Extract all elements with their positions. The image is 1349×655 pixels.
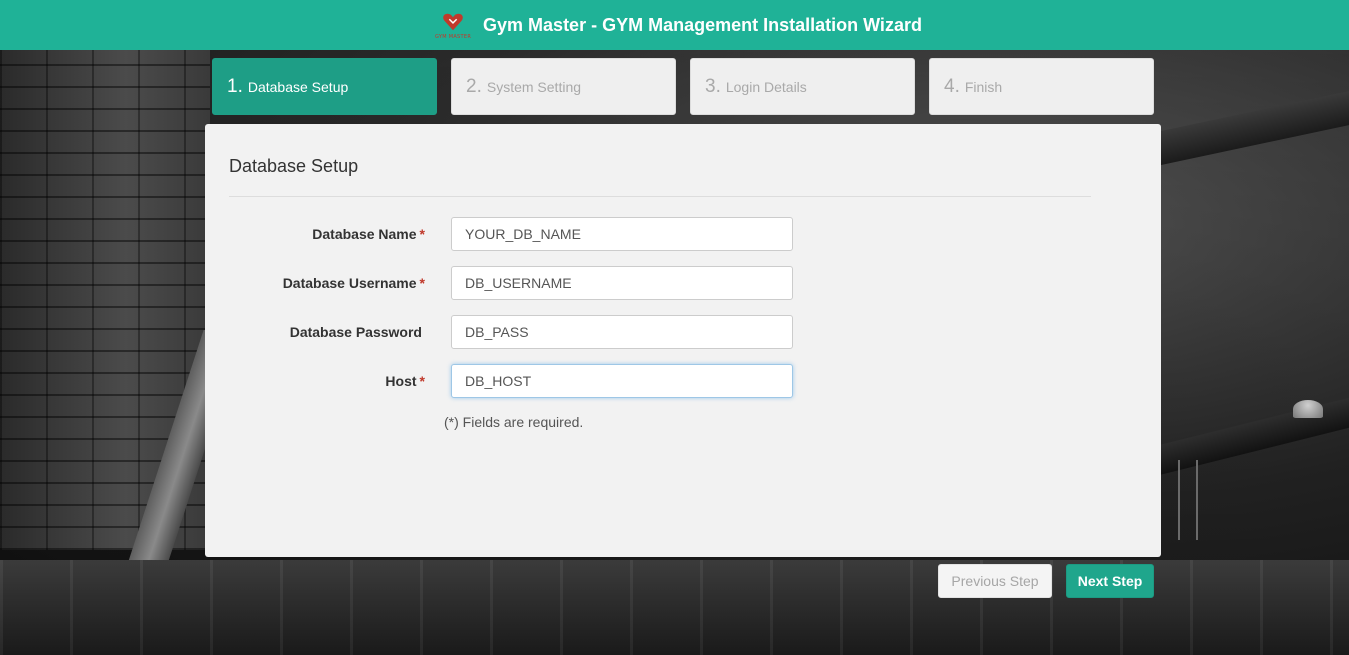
- field-row-host: Host *: [205, 364, 805, 398]
- required-mark: *: [419, 275, 425, 291]
- label-text: Host: [385, 373, 417, 389]
- database-name-label: Database Name *: [312, 226, 425, 242]
- host-label: Host *: [385, 373, 425, 389]
- ceiling-beam: [1160, 88, 1349, 166]
- field-row-database-name: Database Name *: [205, 217, 805, 251]
- step-label: System Setting: [486, 78, 582, 95]
- gym-ring-rope: [1196, 460, 1198, 540]
- host-input[interactable]: [451, 364, 793, 398]
- database-username-input[interactable]: [451, 266, 793, 300]
- logo-caption: GYM MASTER: [434, 33, 472, 40]
- page-title: Gym Master - GYM Management Installation…: [483, 14, 922, 35]
- divider: [229, 196, 1091, 197]
- heart-logo-icon: [443, 13, 463, 30]
- previous-step-button[interactable]: Previous Step: [938, 564, 1052, 598]
- gym-master-logo: GYM MASTER: [427, 2, 479, 48]
- form-heading: Database Setup: [229, 156, 359, 176]
- wizard-steps: 1. Database Setup 2. System Setting 3. L…: [212, 58, 1154, 115]
- step-label: Login Details: [725, 78, 807, 95]
- label-text: Database Username: [282, 275, 417, 291]
- database-name-input[interactable]: [451, 217, 793, 251]
- required-mark: *: [419, 373, 425, 389]
- database-password-input[interactable]: [451, 315, 793, 349]
- field-row-database-username: Database Username *: [205, 266, 805, 300]
- step-database-setup[interactable]: 1. Database Setup: [212, 58, 437, 115]
- next-step-button[interactable]: Next Step: [1066, 564, 1154, 598]
- required-mark: *: [419, 226, 425, 242]
- step-finish[interactable]: 4. Finish: [929, 58, 1154, 115]
- database-username-label: Database Username *: [283, 275, 425, 291]
- step-login-details[interactable]: 3. Login Details: [690, 58, 915, 115]
- field-row-database-password: Database Password: [205, 315, 805, 349]
- required-fields-note: (*) Fields are required.: [444, 414, 584, 430]
- ceiling-lamp: [1293, 400, 1323, 418]
- step-number: 2.: [466, 75, 482, 97]
- step-label: Finish: [964, 78, 1003, 95]
- label-text: Database Name: [312, 226, 417, 242]
- label-text: Database Password: [289, 324, 422, 340]
- database-password-label: Database Password: [290, 324, 425, 340]
- header-bar: GYM MASTER Gym Master - GYM Management I…: [0, 0, 1349, 50]
- step-system-setting[interactable]: 2. System Setting: [451, 58, 676, 115]
- gym-ring-rope: [1178, 460, 1180, 540]
- step-number: 3.: [705, 75, 721, 97]
- step-label: Database Setup: [247, 78, 349, 95]
- form-panel: Database Setup Database Name* Database U…: [205, 124, 1161, 557]
- step-number: 1.: [227, 75, 243, 97]
- step-number: 4.: [944, 75, 960, 97]
